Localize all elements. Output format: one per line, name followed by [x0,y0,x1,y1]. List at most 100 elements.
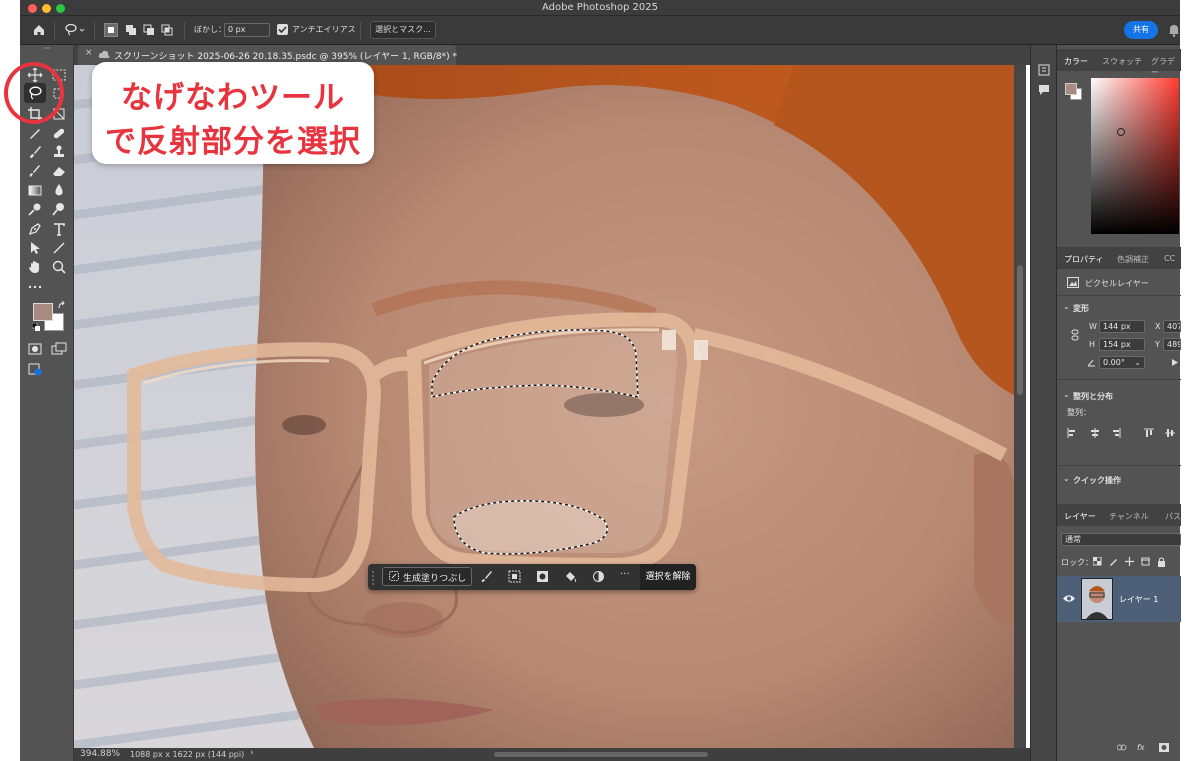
dodge-tool-icon[interactable] [27,201,43,217]
tab-layers[interactable]: レイヤー [1064,511,1096,522]
healing-brush-tool-icon[interactable] [51,125,67,141]
angle-dropdown-chevron-icon[interactable]: ⌄ [1134,357,1141,369]
tab-cc-libraries[interactable]: CC [1164,254,1175,263]
deselect-button[interactable]: 選択を解除 [640,564,696,590]
align-left-icon[interactable] [1067,428,1077,438]
canvas[interactable] [74,65,1014,748]
lasso-tool-preset-icon[interactable] [64,23,86,37]
history-brush-tool-icon[interactable] [27,163,43,179]
layer-type-label: ピクセルレイヤー [1085,279,1149,288]
close-tab-icon[interactable]: × [85,48,93,58]
default-colors-icon[interactable] [32,323,41,332]
modify-selection-brush-icon[interactable] [480,570,493,583]
taskbar-grip-icon[interactable] [371,569,375,585]
fill-selection-icon[interactable] [564,570,577,583]
angle-input[interactable]: 0.00° ⌄ [1099,356,1145,369]
path-selection-tool-icon[interactable] [27,240,43,256]
tab-gradients[interactable]: グラデー [1151,56,1181,78]
photo-face-with-glasses [74,65,1014,748]
brush-tool-icon[interactable] [27,144,43,160]
tab-channels[interactable]: チャンネル [1109,511,1149,522]
quick-actions-section-label[interactable]: クイック操作 [1073,475,1121,486]
lock-all-icon[interactable] [1157,557,1166,567]
x-input[interactable]: 407 [1163,320,1181,333]
vertical-scrollbar[interactable] [1014,65,1026,748]
screen-mode-icon[interactable] [51,341,67,357]
adjustment-layer-icon[interactable] [592,570,605,583]
toolbar-grip[interactable] [26,47,68,50]
color-picker-cursor[interactable] [1117,128,1125,136]
lock-position-icon[interactable] [1125,557,1134,566]
flip-horizontal-icon[interactable] [1171,358,1179,367]
link-dimensions-icon[interactable] [1071,329,1079,341]
eyedropper-tool-icon[interactable] [27,125,43,141]
more-tools-icon[interactable] [27,279,43,295]
vertical-scroll-thumb[interactable] [1017,265,1023,395]
align-section-label[interactable]: 整列と分布 [1073,391,1113,402]
lock-transparent-pixels-icon[interactable] [1093,557,1102,566]
transform-section-label[interactable]: 変形 [1073,303,1089,314]
generative-fill-button[interactable]: 生成塗りつぶし [382,567,472,586]
status-menu-chevron-icon[interactable]: › [250,748,254,758]
divider [1057,465,1181,466]
width-input[interactable]: 144 px [1099,320,1145,333]
comments-panel-icon[interactable] [1037,83,1051,97]
home-icon[interactable] [32,23,46,37]
add-to-selection-icon[interactable] [124,23,138,37]
tab-properties[interactable]: プロパティ [1064,254,1104,265]
align-horizontal-center-icon[interactable] [1090,428,1100,438]
layer-visibility-eye-icon[interactable] [1063,594,1075,603]
select-subject-icon[interactable] [508,570,521,583]
eraser-tool-icon[interactable] [51,163,67,179]
tab-swatches[interactable]: スウォッチ [1102,56,1142,67]
intersect-selection-icon[interactable] [160,23,174,37]
align-chevron-icon[interactable]: ⌄ [1063,390,1070,399]
lock-image-pixels-icon[interactable] [1109,557,1118,566]
layer-effects-icon[interactable]: fx [1137,743,1145,752]
height-input[interactable]: 154 px [1099,338,1145,351]
color-picker-field[interactable] [1091,78,1179,234]
share-button[interactable]: 共有 [1124,21,1158,39]
history-panel-icon[interactable] [1037,63,1051,77]
subtract-from-selection-icon[interactable] [142,23,156,37]
add-mask-icon[interactable] [1159,743,1169,752]
blur-tool-icon[interactable] [51,182,67,198]
feather-input[interactable]: 0 px [224,23,270,37]
blend-mode-select[interactable]: 通常 [1061,533,1181,546]
layer-name[interactable]: レイヤー 1 [1119,594,1158,605]
callout-line-2: で反射部分を選択 [105,124,361,160]
align-right-icon[interactable] [1111,428,1121,438]
type-tool-icon[interactable] [51,221,67,237]
more-options-icon[interactable]: ··· [620,569,630,580]
zoom-level[interactable]: 394.88% [80,749,120,759]
add-mask-from-selection-icon[interactable] [536,570,549,583]
pen-tool-icon[interactable] [27,221,43,237]
lock-artboard-icon[interactable] [1141,557,1150,566]
new-selection-mode-button[interactable] [104,23,118,37]
align-top-icon[interactable] [1144,428,1154,438]
align-vertical-center-icon[interactable] [1165,428,1175,438]
quick-actions-chevron-icon[interactable]: ⌄ [1063,474,1070,483]
hand-tool-icon[interactable] [27,259,43,275]
link-layers-icon[interactable] [1117,744,1127,752]
edit-toolbar-icon[interactable] [27,361,43,377]
line-tool-icon[interactable] [51,240,67,256]
clone-stamp-tool-icon[interactable] [51,144,67,160]
zoom-alt-tool-icon[interactable] [51,201,67,217]
horizontal-scroll-thumb[interactable] [494,752,708,757]
transform-chevron-icon[interactable]: ⌄ [1063,302,1070,311]
antialias-checkbox[interactable] [277,24,288,35]
swap-colors-icon[interactable] [57,301,67,311]
layer-row[interactable]: レイヤー 1 [1057,576,1181,622]
tab-paths[interactable]: パス [1165,511,1181,522]
gradient-tool-icon[interactable] [27,182,43,198]
foreground-color-swatch[interactable] [33,303,53,321]
tab-adjustments[interactable]: 色調補正 [1117,254,1149,265]
y-input[interactable]: 489 [1163,338,1181,351]
quick-mask-icon[interactable] [27,341,43,357]
tab-color[interactable]: カラー [1064,56,1088,67]
zoom-tool-icon[interactable] [51,259,67,275]
color-panel-foreground-swatch[interactable] [1065,83,1077,95]
select-and-mask-button[interactable]: 選択とマスク... [370,21,436,39]
notification-bell-icon[interactable] [1168,23,1180,37]
